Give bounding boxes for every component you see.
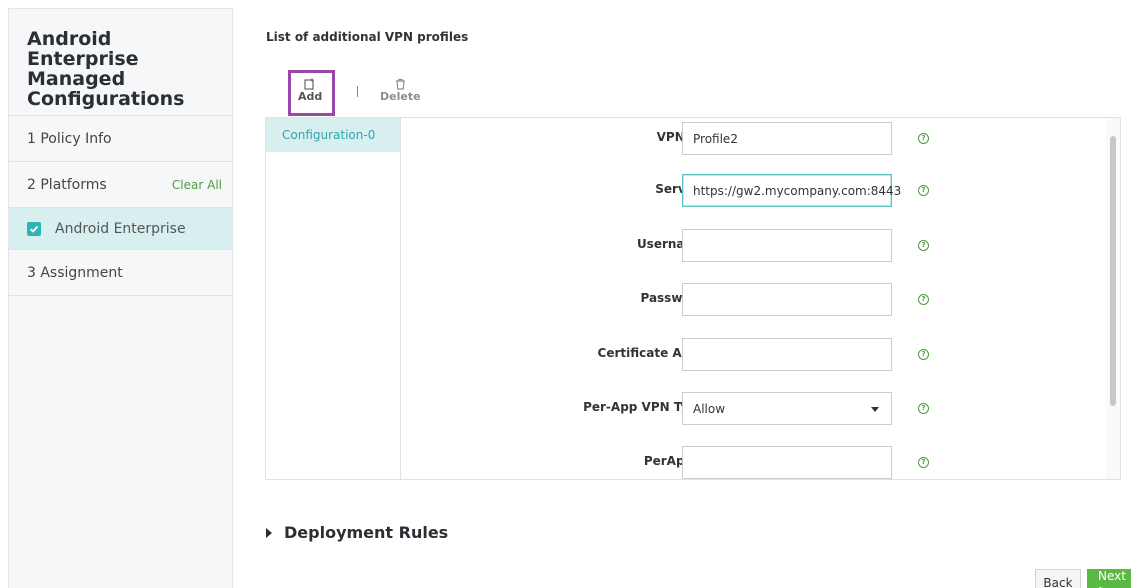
caret-right-icon (266, 527, 272, 538)
help-icon[interactable]: ? (918, 403, 929, 414)
help-icon[interactable]: ? (918, 185, 929, 196)
server-address-input[interactable]: https://gw2.mycompany.com:8443 (682, 174, 901, 207)
help-icon[interactable]: ? (918, 133, 929, 144)
step-label: 3 Assignment (27, 264, 123, 281)
help-icon[interactable]: ? (918, 457, 929, 468)
help-icon[interactable]: ? (918, 240, 929, 251)
next-button[interactable]: Next > (1087, 569, 1131, 588)
checkbox-checked-icon[interactable] (27, 221, 41, 236)
step-policy-info[interactable]: 1 Policy Info (9, 116, 232, 162)
field-row-per-app-vpn-app-list: PerAppVPN app list ? (402, 442, 1102, 479)
per-app-vpn-type-select[interactable]: Allow (682, 392, 892, 425)
sidebar: Android Enterprise Managed Configuration… (8, 8, 233, 588)
step-label: 1 Policy Info (27, 130, 112, 147)
help-icon[interactable]: ? (918, 349, 929, 360)
step-label: 2 Platforms (27, 176, 107, 193)
configuration-list: Configuration-0 (266, 118, 401, 479)
back-button[interactable]: Back (1035, 569, 1081, 588)
scrollbar[interactable] (1106, 118, 1120, 479)
add-icon (304, 78, 314, 90)
configuration-panel: Configuration-0 VPN Profile Name Profile… (265, 117, 1121, 480)
field-row-per-app-vpn-type: Per-App VPN Type (optional) Allow ? (402, 388, 1102, 428)
field-row-vpn-profile-name: VPN Profile Name Profile2 ? (402, 118, 1102, 158)
step-platforms[interactable]: 2 Platforms Clear All (9, 162, 232, 208)
sidebar-title: Android Enterprise Managed Configuration… (9, 9, 232, 116)
field-row-username: Username (optional) ? (402, 225, 1102, 265)
select-value: Allow (693, 401, 726, 416)
field-row-certificate-alias: Certificate Alias (optional) ? (402, 334, 1102, 374)
password-input[interactable] (682, 283, 892, 316)
deployment-rules-toggle[interactable]: Deployment Rules (266, 523, 448, 542)
platform-android-enterprise[interactable]: Android Enterprise (9, 208, 232, 250)
add-label: Add (298, 90, 323, 103)
delete-label: Delete (380, 90, 421, 103)
section-label: List of additional VPN profiles (266, 30, 469, 44)
trash-icon (395, 78, 405, 90)
platform-label: Android Enterprise (55, 220, 186, 237)
field-row-password: Password (optional) ? (402, 279, 1102, 319)
certificate-alias-input[interactable] (682, 338, 892, 371)
chevron-down-icon (871, 407, 879, 412)
field-row-server-address: Server Address(*) https://gw2.mycompany.… (402, 170, 1102, 210)
step-assignment[interactable]: 3 Assignment (9, 250, 232, 296)
configuration-item[interactable]: Configuration-0 (266, 118, 400, 152)
username-input[interactable] (682, 229, 892, 262)
add-button[interactable]: Add (298, 78, 322, 103)
deployment-rules-label: Deployment Rules (284, 523, 449, 542)
delete-button[interactable]: Delete (380, 78, 421, 103)
per-app-vpn-app-list-input[interactable] (682, 446, 892, 479)
toolbar-separator (357, 86, 358, 97)
help-icon[interactable]: ? (918, 294, 929, 305)
clear-all-link[interactable]: Clear All (172, 178, 222, 192)
vpn-profile-name-input[interactable]: Profile2 (682, 122, 892, 155)
scrollbar-thumb[interactable] (1110, 136, 1116, 406)
